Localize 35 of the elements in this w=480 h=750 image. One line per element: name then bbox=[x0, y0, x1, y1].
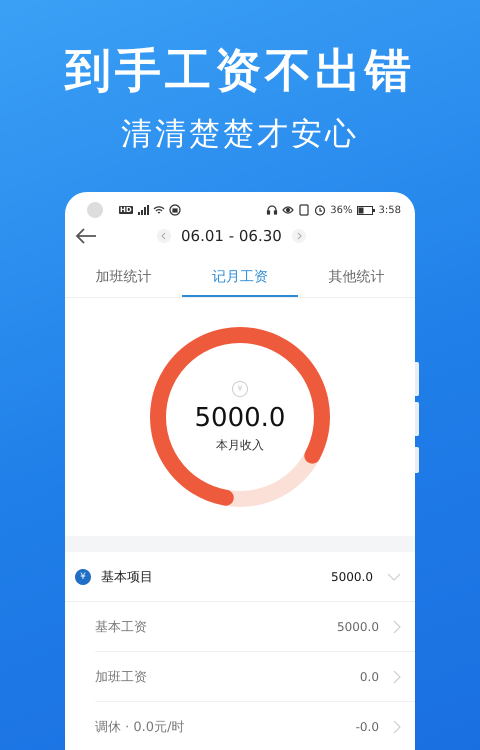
section-header[interactable]: ¥ 基本项目 5000.0 bbox=[65, 552, 415, 602]
income-amount: 5000.0 bbox=[194, 402, 286, 432]
item-value: -0.0 bbox=[356, 720, 379, 734]
item-label: 调休 · 0.0元/时 bbox=[95, 718, 186, 736]
chevron-right-icon[interactable] bbox=[393, 720, 401, 734]
previous-icon[interactable] bbox=[157, 229, 171, 243]
lock-icon bbox=[168, 204, 181, 216]
item-value: 0.0 bbox=[360, 670, 379, 684]
clock-time: 3:58 bbox=[378, 204, 401, 216]
item-label: 加班工资 bbox=[95, 668, 148, 686]
camera-hole bbox=[87, 202, 103, 218]
headline: 到手工资不出错 bbox=[65, 42, 415, 99]
tab[interactable]: 加班统计 bbox=[65, 262, 182, 297]
wifi-icon bbox=[152, 204, 165, 216]
subheadline: 清清楚楚才安心 bbox=[121, 115, 359, 154]
signal-icon bbox=[136, 204, 149, 216]
alarm-icon bbox=[314, 204, 326, 216]
currency-icon: ¥ bbox=[75, 568, 91, 584]
headphones-icon bbox=[266, 204, 278, 216]
income-label: 本月收入 bbox=[216, 436, 264, 454]
tab[interactable]: 其他统计 bbox=[298, 262, 416, 297]
battery-percent: 36% bbox=[330, 204, 353, 216]
battery-icon bbox=[356, 206, 375, 214]
next-icon[interactable] bbox=[292, 229, 306, 243]
tab[interactable]: 记月工资 bbox=[182, 262, 298, 297]
section-title: 基本项目 bbox=[101, 568, 154, 586]
chevron-right-icon[interactable] bbox=[393, 670, 401, 684]
item-value: 5000.0 bbox=[337, 620, 379, 634]
section-total: 5000.0 bbox=[331, 570, 373, 584]
date-range: 06.01 - 06.30 bbox=[181, 227, 282, 245]
back-arrow-icon[interactable] bbox=[75, 228, 97, 244]
currency-icon: ¥ bbox=[232, 380, 248, 396]
item-label: 基本工资 bbox=[95, 618, 148, 636]
chevron-right-icon[interactable] bbox=[393, 620, 401, 634]
eye-icon bbox=[282, 204, 294, 216]
